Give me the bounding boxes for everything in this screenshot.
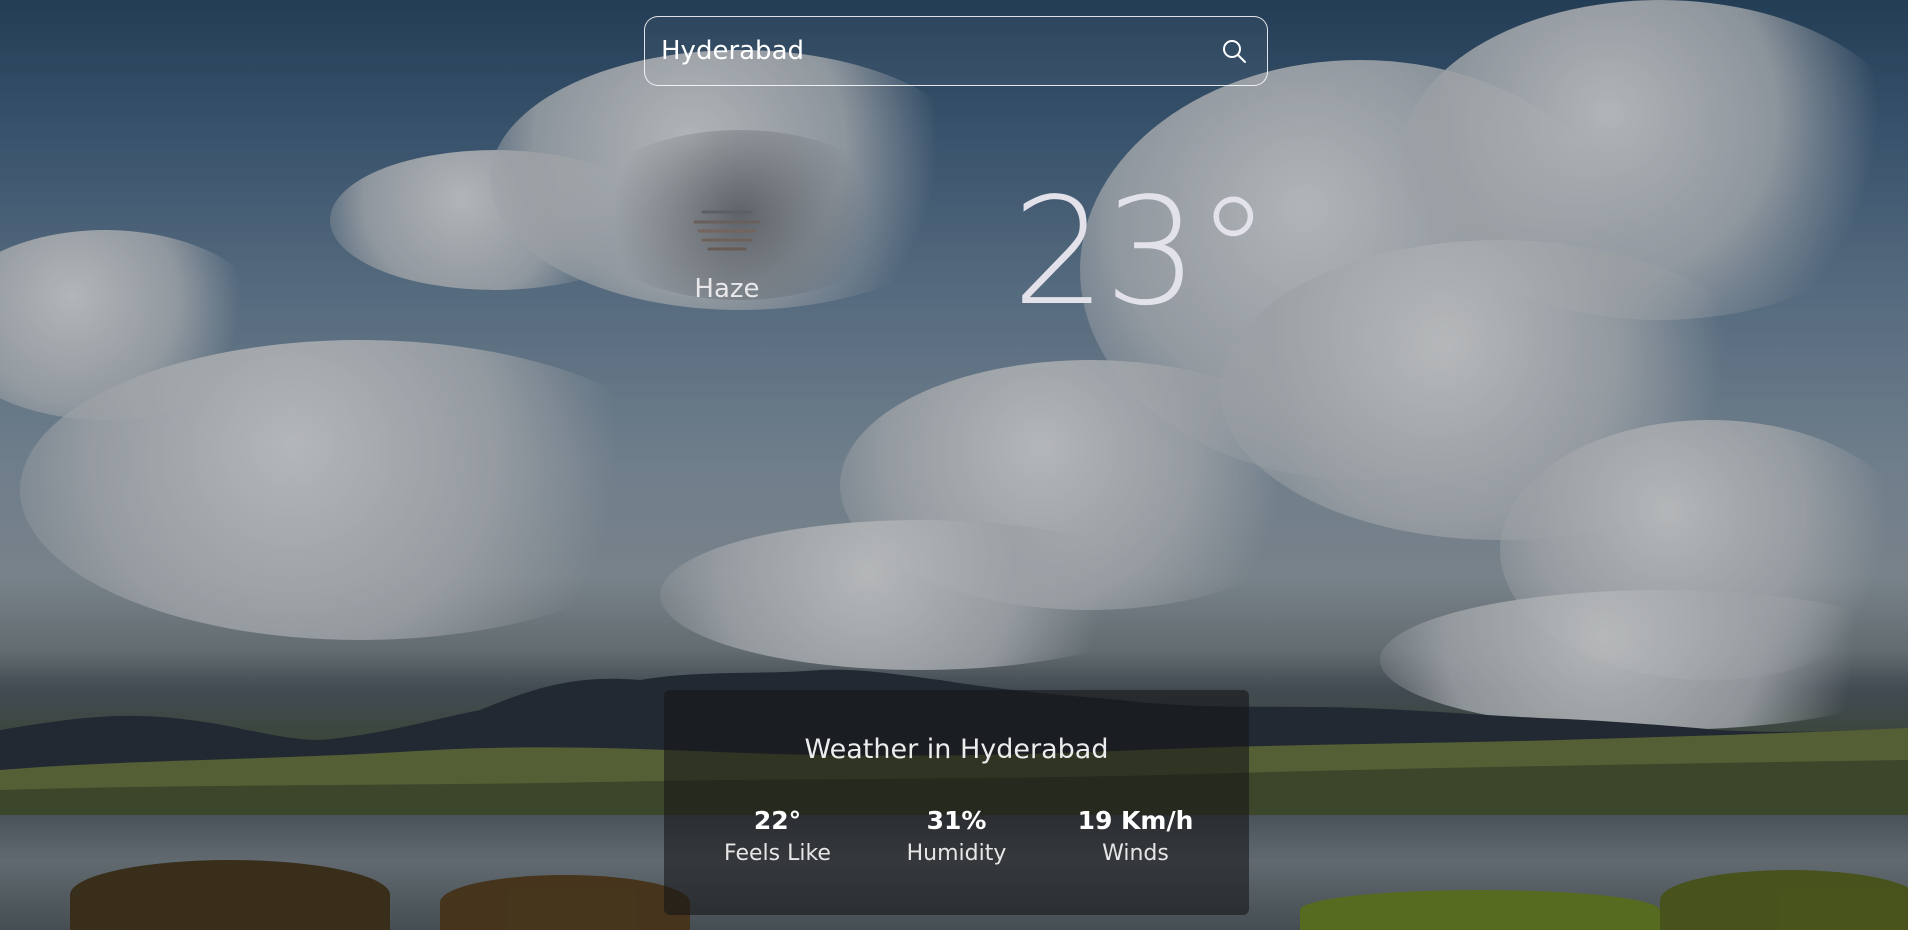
haze-icon — [693, 210, 761, 251]
current-temperature: 23° — [1012, 166, 1270, 338]
details-stats: 22° Feels Like 31% Humidity 19 Km/h Wind… — [664, 806, 1249, 866]
city-search-input[interactable] — [661, 36, 1217, 66]
condition-label: Haze — [694, 274, 760, 304]
search-icon — [1223, 40, 1246, 63]
winds-stat: 19 Km/h Winds — [1056, 806, 1216, 866]
details-title: Weather in Hyderabad — [804, 734, 1109, 765]
current-condition: Haze — [672, 200, 782, 304]
feels-like-value: 22° — [753, 806, 802, 835]
search-bar — [644, 16, 1268, 86]
feels-like-stat: 22° Feels Like — [698, 806, 858, 866]
humidity-stat: 31% Humidity — [877, 806, 1037, 866]
weather-app: Haze 23° Weather in Hyderabad 22° Feels … — [0, 0, 1908, 930]
winds-label: Winds — [1102, 841, 1169, 866]
humidity-value: 31% — [926, 806, 987, 835]
weather-details-card: Weather in Hyderabad 22° Feels Like 31% … — [664, 690, 1249, 915]
feels-like-label: Feels Like — [724, 841, 831, 866]
humidity-label: Humidity — [906, 841, 1007, 866]
search-button[interactable] — [1217, 34, 1251, 68]
winds-value: 19 Km/h — [1077, 806, 1194, 835]
